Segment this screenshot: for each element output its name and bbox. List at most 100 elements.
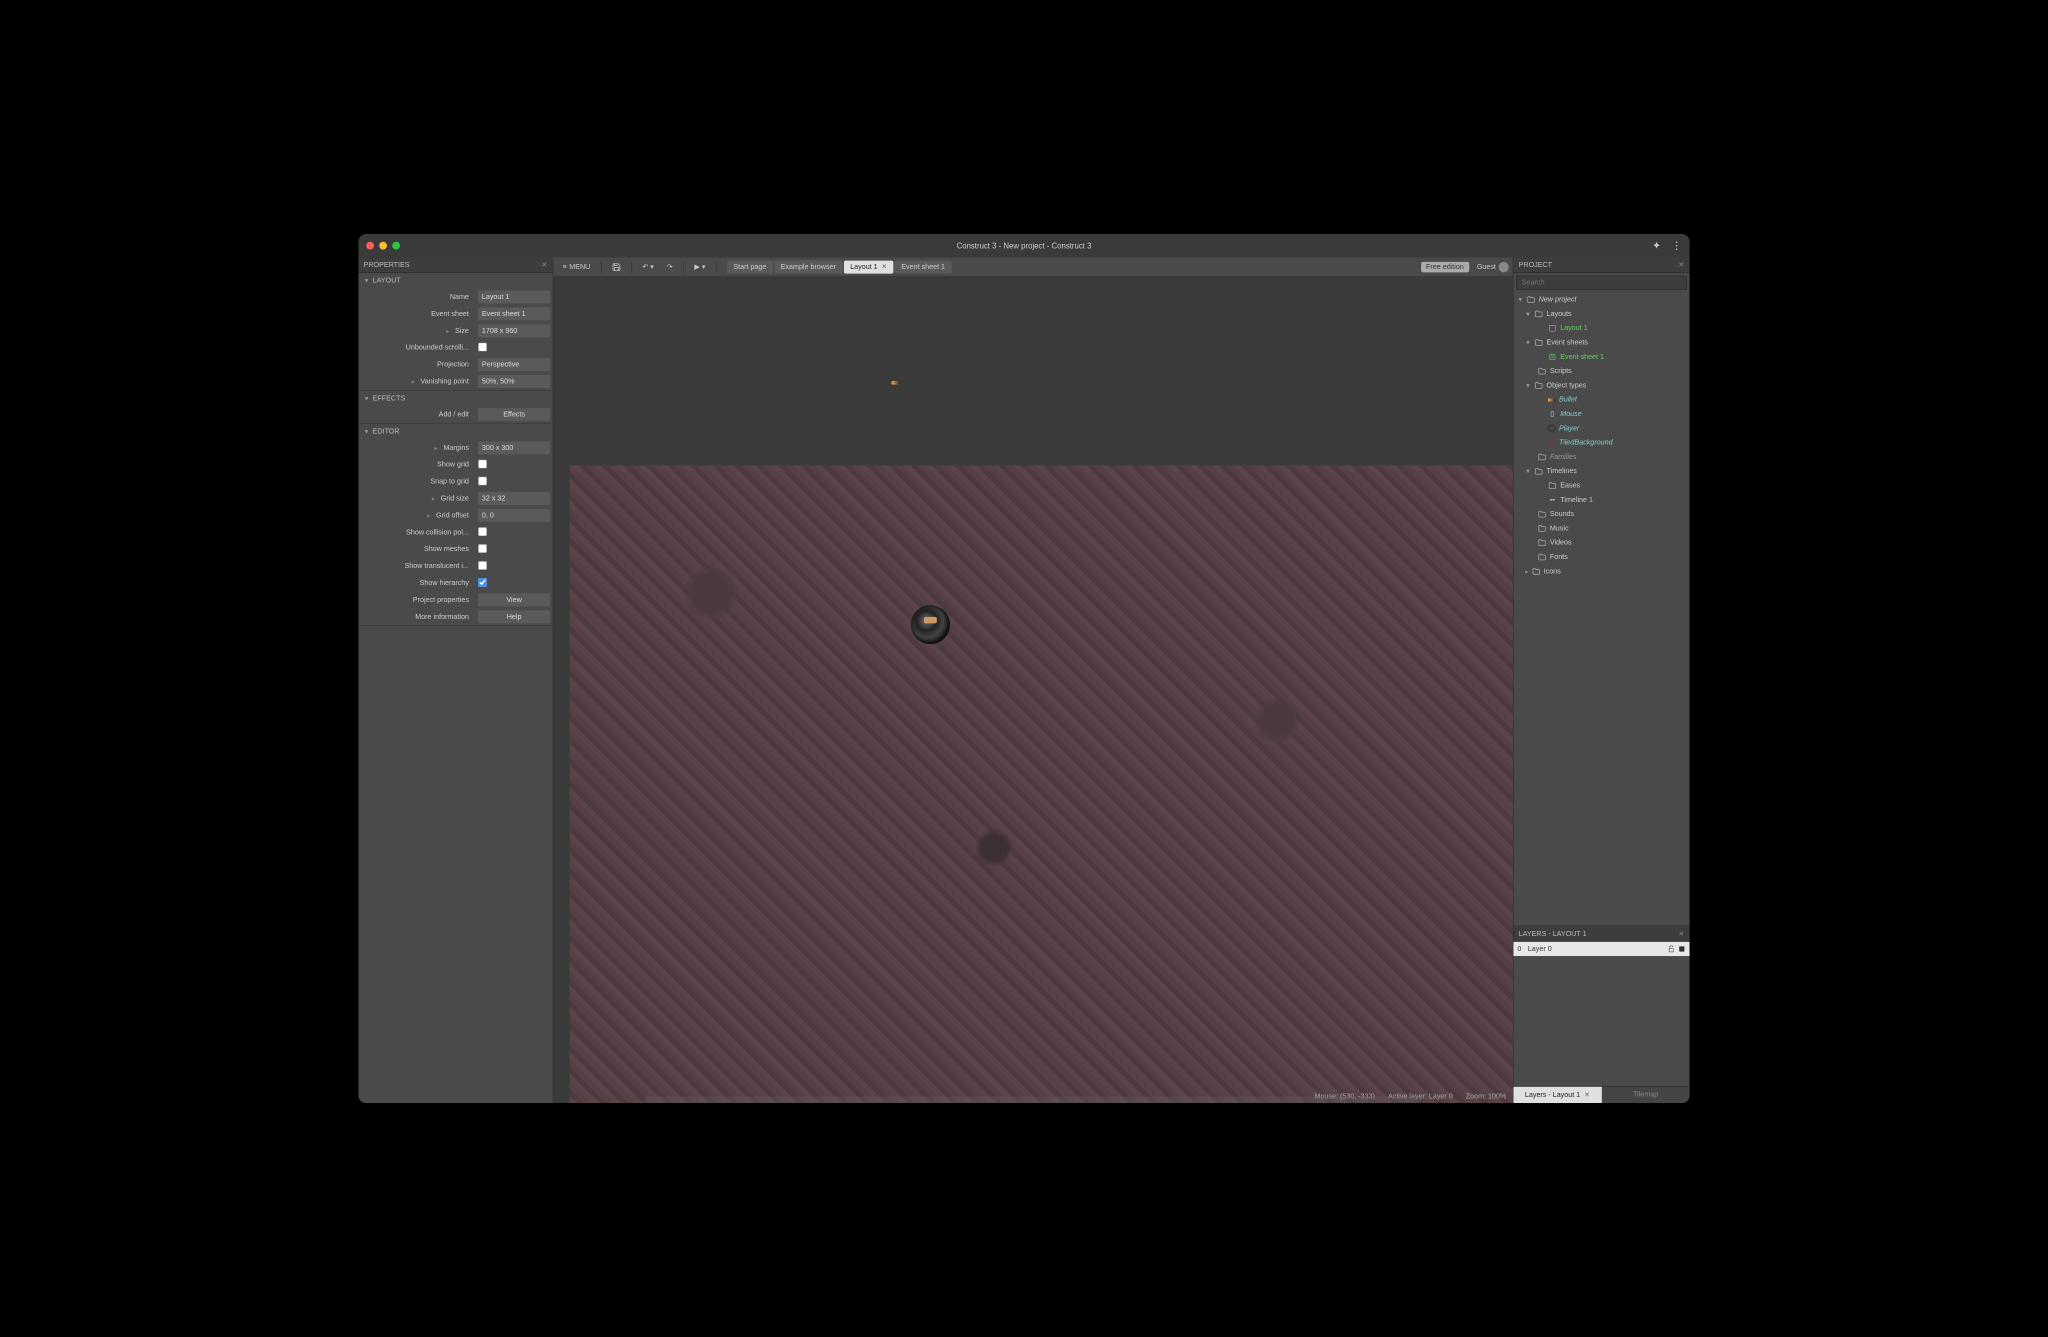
tree-families[interactable]: Families [1513, 450, 1685, 464]
maximize-window-icon[interactable] [392, 242, 400, 250]
checkbox-translucent[interactable] [478, 561, 487, 570]
help-button[interactable]: Help [478, 610, 550, 623]
input-size[interactable] [478, 324, 550, 337]
lock-icon[interactable] [1668, 945, 1676, 953]
tab-layers[interactable]: Layers - Layout 1✕ [1513, 1087, 1601, 1103]
tree-root[interactable]: ▼New project [1513, 292, 1685, 306]
play-button[interactable]: ▶ ▾ [689, 260, 710, 274]
search-input[interactable] [1516, 276, 1687, 290]
label-margins: Margins [443, 444, 468, 452]
folder-icon [1538, 452, 1547, 461]
titlebar: Construct 3 - New project - Construct 3 … [358, 234, 1689, 257]
select-projection[interactable]: Perspective [478, 358, 550, 371]
kebab-menu-icon[interactable]: ⋮ [1671, 239, 1681, 252]
tiledbg-icon [1548, 439, 1556, 447]
tree-icons[interactable]: ▸Icons [1513, 564, 1685, 578]
close-icon[interactable]: ✕ [1678, 261, 1684, 269]
properties-panel: PROPERTIES ✕ ▼LAYOUT Name Event sheetEve… [358, 257, 553, 1103]
tiled-background-object[interactable] [570, 465, 1513, 1103]
input-gridsize[interactable] [478, 492, 550, 505]
main-toolbar: ≡ MENU ↶ ▾ ↷ ▶ ▾ Start page Example brow… [553, 257, 1512, 277]
checkbox-meshes[interactable] [478, 544, 487, 553]
tree-sounds[interactable]: Sounds [1513, 507, 1685, 521]
extension-icon[interactable]: ✦ [1652, 239, 1661, 252]
tree-tiledbg[interactable]: TiledBackground [1513, 435, 1685, 449]
window-controls [366, 242, 400, 250]
folder-icon [1534, 381, 1543, 390]
close-icon[interactable]: ✕ [1678, 929, 1684, 937]
layer-name: Layer 0 [1528, 945, 1552, 953]
tree-fonts[interactable]: Fonts [1513, 550, 1685, 564]
menu-button[interactable]: ≡ MENU [557, 260, 595, 273]
tree-scripts[interactable]: Scripts [1513, 364, 1685, 378]
expand-icon[interactable]: ▸ [432, 495, 435, 502]
timeline-icon [1548, 495, 1557, 504]
visibility-icon[interactable] [1678, 945, 1686, 953]
input-margins[interactable] [478, 441, 550, 454]
tab-examples[interactable]: Example browser [774, 260, 842, 273]
tree-layouts[interactable]: ▼Layouts [1513, 307, 1685, 321]
label-vanishing: Vanishing point [421, 378, 469, 386]
player-object[interactable] [911, 605, 950, 644]
section-layout: LAYOUT [373, 277, 401, 285]
chevron-down-icon[interactable]: ▼ [364, 428, 370, 435]
minimize-window-icon[interactable] [379, 242, 387, 250]
tree-eventsheet1[interactable]: Event sheet 1 [1513, 350, 1685, 364]
tab-tilemap[interactable]: Tilemap [1602, 1087, 1690, 1103]
checkbox-hierarchy[interactable] [478, 578, 487, 587]
tab-event[interactable]: Event sheet 1 [895, 260, 952, 273]
save-button[interactable] [607, 260, 627, 274]
tree-bullet[interactable]: Bullet [1513, 393, 1685, 407]
label-gridsize: Grid size [441, 495, 469, 503]
checkbox-snapgrid[interactable] [478, 476, 487, 485]
tree-layout1[interactable]: Layout 1 [1513, 321, 1685, 335]
horizontal-scrollbar[interactable] [644, 1097, 1421, 1104]
layout-canvas[interactable]: Mouse: (530, -333) Active layer: Layer 0… [553, 277, 1512, 1103]
tree-objecttypes[interactable]: ▼Object types [1513, 378, 1685, 392]
tab-start[interactable]: Start page [727, 260, 773, 273]
folder-icon [1538, 510, 1547, 519]
expand-icon[interactable]: ▸ [412, 378, 415, 385]
checkbox-unbounded[interactable] [478, 342, 487, 351]
folder-icon [1534, 309, 1543, 318]
expand-icon[interactable]: ▸ [435, 444, 438, 451]
input-name[interactable] [478, 291, 550, 304]
undo-button[interactable]: ↶ ▾ [637, 260, 659, 274]
label-hierarchy: Show hierarchy [358, 579, 475, 587]
layers-title: LAYERS - LAYOUT 1 [1519, 930, 1587, 938]
tree-timelines[interactable]: ▼Timelines [1513, 464, 1685, 478]
redo-button[interactable]: ↷ [662, 260, 678, 274]
close-icon[interactable]: ✕ [542, 261, 548, 269]
tree-timeline1[interactable]: Timeline 1 [1513, 493, 1685, 507]
tree-eases[interactable]: Eases [1513, 478, 1685, 492]
tree-mouse[interactable]: Mouse [1513, 407, 1685, 421]
label-moreinfo: More information [358, 613, 475, 621]
checkbox-showgrid[interactable] [478, 459, 487, 468]
tree-music[interactable]: Music [1513, 521, 1685, 535]
guest-account[interactable]: Guest [1477, 262, 1509, 272]
label-addedit: Add / edit [358, 411, 475, 419]
expand-icon[interactable]: ▸ [427, 512, 430, 519]
tree-player[interactable]: Player [1513, 421, 1685, 435]
eventsheet-icon [1548, 352, 1557, 361]
expand-icon[interactable]: ▸ [446, 327, 449, 334]
tree-eventsheets[interactable]: ▼Event sheets [1513, 335, 1685, 349]
close-tab-icon[interactable]: ✕ [882, 263, 887, 270]
effects-button[interactable]: Effects [478, 408, 550, 421]
checkbox-collision[interactable] [478, 527, 487, 536]
bullet-object[interactable] [891, 381, 900, 385]
zoom-level: Zoom: 100% [1466, 1093, 1507, 1101]
tab-layout[interactable]: Layout 1✕ [844, 260, 894, 273]
close-window-icon[interactable] [366, 242, 374, 250]
tree-videos[interactable]: Videos [1513, 536, 1685, 550]
free-edition-badge[interactable]: Free edition [1421, 262, 1469, 272]
chevron-down-icon[interactable]: ▼ [364, 395, 370, 402]
view-button[interactable]: View [478, 593, 550, 606]
close-tab-icon[interactable]: ✕ [1584, 1091, 1590, 1099]
layer-row[interactable]: 0 Layer 0 [1513, 942, 1689, 956]
input-vanishing[interactable] [478, 375, 550, 388]
chevron-down-icon[interactable]: ▼ [364, 278, 370, 285]
select-eventsheet[interactable]: Event sheet 1 [478, 307, 550, 320]
label-translucent: Show translucent i... [358, 562, 475, 570]
input-gridoffset[interactable] [478, 509, 550, 522]
